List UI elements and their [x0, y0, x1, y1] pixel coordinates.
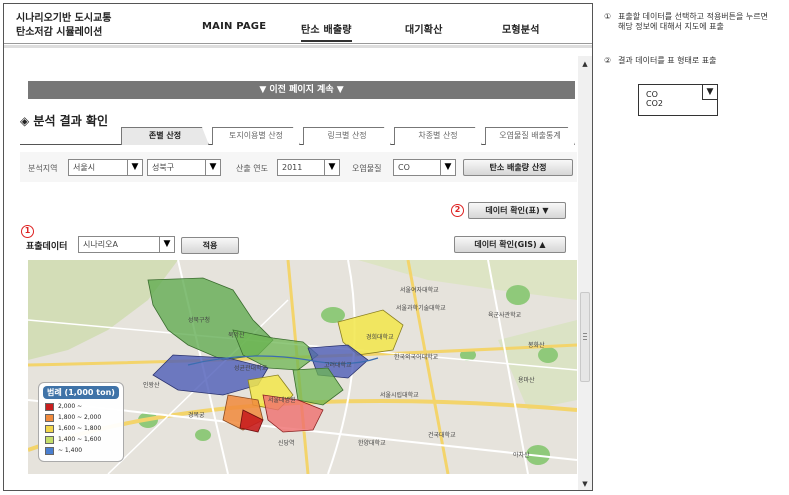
legend-row-label: 2,000 ~ [58, 403, 83, 410]
chevron-down-icon[interactable]: ▼ [702, 84, 718, 100]
map-label: 고려대학교 [324, 362, 352, 369]
legend-swatch [45, 413, 54, 422]
tab-land-use[interactable]: 토지이용별 산정 [212, 127, 300, 145]
legend-row: 1,400 ~ 1,600 [45, 435, 101, 444]
legend-row-label: ~ 1,400 [58, 447, 83, 454]
nav-model-analysis[interactable]: 모형분석 [502, 21, 540, 36]
legend-row: 1,600 ~ 1,800 [45, 424, 101, 433]
app-title-line1: 시나리오기반 도시교통 [16, 13, 112, 24]
map-park [538, 347, 558, 363]
chevron-down-icon[interactable]: ▼ [127, 160, 142, 175]
scroll-grip-line [583, 336, 587, 337]
pollutant-select-value: CO [398, 163, 410, 172]
legend-swatch [45, 446, 54, 455]
calculate-emission-button[interactable]: 탄소 배출량 산정 [463, 159, 573, 176]
map-label: 한양대학교 [358, 440, 386, 447]
city-select-value: 서울시 [73, 163, 96, 172]
map-park [195, 429, 211, 441]
map-legend: 범례 (1,000 ton) 2,000 ~ 1,800 ~ 2,000 1,6… [38, 382, 124, 462]
map-label: 서울시립대학교 [380, 392, 419, 399]
map-label: 봉화산 [528, 342, 545, 349]
gis-map[interactable]: 성북구청 서울여자대학교 서울과학기술대학교 육군사관학교 고려대학교 경희대학… [28, 260, 577, 474]
tab-zone[interactable]: 존별 산정 [121, 127, 209, 145]
year-select[interactable]: 2011 ▼ [277, 159, 340, 176]
vertical-scrollbar[interactable]: ▲ ▼ [578, 56, 592, 490]
legend-row-label: 1,800 ~ 2,000 [58, 414, 102, 421]
map-label: 용마산 [518, 377, 535, 384]
scroll-down-icon[interactable]: ▼ [580, 480, 590, 490]
legend-row-label: 1,400 ~ 1,600 [58, 436, 102, 443]
app-title-line2: 탄소저감 시뮬레이션 [16, 27, 103, 38]
pollutant-label: 오염물질 [352, 164, 382, 173]
header-divider [4, 43, 592, 44]
previous-page-continue-bar[interactable]: ▼ 이전 페이지 계속 ▼ [28, 81, 575, 99]
tab-pollutant-stats[interactable]: 오염물질 배출통계 [485, 127, 575, 145]
scroll-grip-line [583, 339, 587, 340]
map-label: 북악산 [228, 332, 245, 339]
map-label: 인왕산 [143, 382, 160, 389]
map-label: 한국외국어대학교 [394, 354, 439, 361]
district-select[interactable]: 성북구 ▼ [147, 159, 221, 176]
legend-swatch [45, 435, 54, 444]
year-select-value: 2011 [282, 163, 303, 172]
legend-row-label: 1,600 ~ 1,800 [58, 425, 102, 432]
data-table-toggle-button[interactable]: 데이터 확인(표) ▼ [468, 202, 566, 219]
note-2-number: ② [604, 56, 612, 65]
scroll-thumb[interactable] [580, 292, 590, 382]
district-select-value: 성북구 [152, 163, 175, 172]
nav-carbon-emission[interactable]: 탄소 배출량 [301, 21, 352, 42]
display-data-label: 표출데이터 [26, 242, 68, 252]
pollutant-select[interactable]: CO ▼ [393, 159, 456, 176]
chevron-down-icon[interactable]: ▼ [159, 237, 174, 252]
map-label: 아차산 [513, 452, 530, 459]
scroll-grip-line [583, 333, 587, 334]
legend-swatch [45, 402, 54, 411]
scroll-up-icon[interactable]: ▲ [580, 60, 590, 70]
apply-button[interactable]: 적용 [181, 237, 239, 254]
note-1-number: ① [604, 12, 612, 21]
region-label: 분석지역 [28, 164, 58, 173]
scenario-select[interactable]: 시나리오A ▼ [78, 236, 175, 253]
map-park [321, 307, 345, 323]
tab-link[interactable]: 링크별 산정 [303, 127, 391, 145]
map-label: 신당역 [278, 440, 295, 447]
map-label: 서울과학기술대학교 [396, 305, 446, 312]
annotation-marker-1: 1 [21, 225, 34, 238]
note-1-text: 표출할 데이터를 선택하고 적용버튼을 누르면 해당 정보에 대해서 지도에 표… [618, 12, 769, 31]
map-label: 성균관대학교 [234, 365, 268, 372]
map-label: 서울대병원 [268, 397, 296, 404]
map-label: 성북구청 [188, 317, 211, 324]
dropdown-option[interactable]: CO2 [646, 99, 717, 108]
data-gis-toggle-button[interactable]: 데이터 확인(GIS) ▲ [454, 236, 566, 253]
scenario-select-value: 시나리오A [83, 240, 118, 249]
map-label: 육군사관학교 [488, 312, 522, 319]
note-2-text: 결과 데이터를 표 형태로 표출 [618, 56, 717, 65]
section-title: ◈ 분석 결과 확인 [20, 114, 109, 128]
map-park [506, 285, 530, 305]
chevron-down-icon[interactable]: ▼ [440, 160, 455, 175]
legend-title: 범례 (1,000 ton) [43, 386, 119, 399]
legend-row: ~ 1,400 [45, 446, 82, 455]
legend-row: 2,000 ~ [45, 402, 82, 411]
legend-swatch [45, 424, 54, 433]
nav-main-page[interactable]: MAIN PAGE [202, 21, 266, 32]
header-shadow [4, 45, 592, 48]
app-window: 시나리오기반 도시교통 탄소저감 시뮬레이션 MAIN PAGE 탄소 배출량 … [3, 3, 593, 491]
year-label: 산출 연도 [236, 164, 268, 173]
city-select[interactable]: 서울시 ▼ [68, 159, 143, 176]
chevron-down-icon[interactable]: ▼ [205, 160, 220, 175]
map-label: 서울여자대학교 [400, 287, 439, 294]
annotation-marker-2: 2 [451, 204, 464, 217]
nav-air-dispersion[interactable]: 대기확산 [405, 21, 443, 36]
map-label: 건국대학교 [428, 432, 456, 439]
app-title: 시나리오기반 도시교통 탄소저감 시뮬레이션 [16, 12, 111, 40]
chevron-down-icon[interactable]: ▼ [324, 160, 339, 175]
tab-vehicle-type[interactable]: 차종별 산정 [394, 127, 482, 145]
map-label: 경희대학교 [366, 334, 394, 341]
legend-row: 1,800 ~ 2,000 [45, 413, 101, 422]
map-label: 경복궁 [188, 412, 205, 419]
